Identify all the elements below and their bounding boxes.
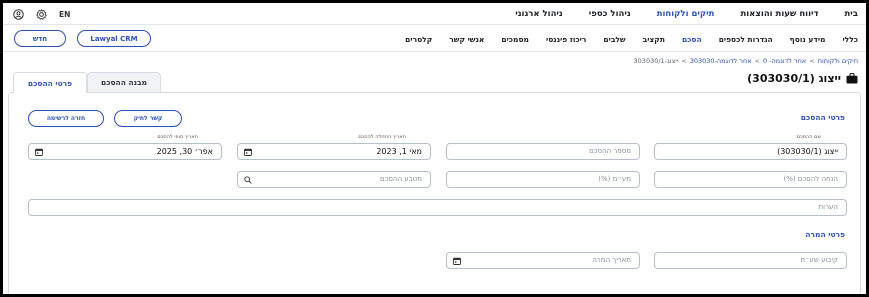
breadcrumb-separator-icon: > xyxy=(809,57,815,65)
case-sub-navigation: חדש Lawyal CRM כללי מידע נוסף הגדרות לכס… xyxy=(3,26,866,52)
currency-placeholder: מטבע ההסכם xyxy=(380,175,422,183)
main-menu: בית דיווח שעות והוצאות תיקים ולקוחות ניה… xyxy=(515,3,858,25)
page-title-text: ייצוג (303030/1) xyxy=(747,71,841,85)
case-tab-general[interactable]: כללי xyxy=(842,35,858,44)
main-menu-item-time-expenses[interactable]: דיווח שעות והוצאות xyxy=(740,9,818,19)
case-tab-budget[interactable]: תקציב xyxy=(643,35,665,44)
agreement-name-value: ייצוג (303030/1) xyxy=(777,147,838,156)
calendar-icon[interactable] xyxy=(35,148,43,158)
tab-agreement-details[interactable]: פרטי ההסכם xyxy=(13,72,87,93)
breadcrumb-item-current: ייצוג-303030/1 xyxy=(633,57,679,65)
language-toggle[interactable]: EN xyxy=(59,10,70,19)
calendar-icon[interactable] xyxy=(453,257,461,267)
top-navigation-bar: EN בית דיווח שעות והוצאות תיקים ולקוחות … xyxy=(3,3,866,25)
case-tabs: כללי מידע נוסף הגדרות לכספים הסכם תקציב … xyxy=(405,26,858,52)
agreement-number-field[interactable]: מספר ההסכם xyxy=(446,143,640,160)
start-date-value: מאי 1, 2023 xyxy=(376,147,422,156)
notes-placeholder: הערות xyxy=(818,203,838,211)
end-date-label: תאריך סופי להסכם xyxy=(157,134,198,140)
notes-field[interactable]: הערות xyxy=(28,199,847,216)
start-date-label: תאריך התחלה להסכם xyxy=(358,134,406,140)
exchange-rate-field[interactable]: קיבוע שע״ח xyxy=(654,252,847,269)
conversion-section-title: פרטי המרה xyxy=(805,230,845,239)
vat-field[interactable]: מע״מ (%) xyxy=(446,171,640,188)
tab-agreement-structure[interactable]: מבנה ההסכם xyxy=(87,72,161,92)
top-utilities: EN xyxy=(13,3,70,25)
breadcrumb-item-client[interactable]: אחר לדוגמה- 0 xyxy=(763,57,806,65)
agreement-number-placeholder: מספר ההסכם xyxy=(589,147,631,155)
main-menu-item-finance[interactable]: ניהול כספי xyxy=(589,9,631,19)
breadcrumb: תיקים ולקוחות>אחר לדוגמה- 0>אחר לדוגמה-3… xyxy=(634,57,858,65)
exchange-rate-placeholder: קיבוע שע״ח xyxy=(800,256,838,264)
conversion-date-placeholder: תאריך המרה xyxy=(592,256,631,264)
main-menu-item-cases-clients[interactable]: תיקים ולקוחות xyxy=(657,9,715,19)
lawyal-crm-button[interactable]: Lawyal CRM xyxy=(77,30,151,47)
search-icon xyxy=(244,176,252,186)
page-title: ייצוג (303030/1) xyxy=(747,70,858,86)
case-tab-finance-settings[interactable]: הגדרות לכספים xyxy=(719,35,773,44)
settings-icon[interactable] xyxy=(36,8,47,20)
case-tab-binders[interactable]: קלסרים xyxy=(405,35,432,44)
briefcase-icon xyxy=(846,72,858,84)
conversion-date-field[interactable]: תאריך המרה xyxy=(446,252,640,269)
main-menu-item-home[interactable]: בית xyxy=(845,9,859,19)
case-tab-documents[interactable]: מסמכים xyxy=(501,35,529,44)
currency-field[interactable]: מטבע ההסכם xyxy=(237,171,431,188)
app-window: EN בית דיווח שעות והוצאות תיקים ולקוחות … xyxy=(3,3,866,294)
agreement-details-panel: פרטי ההסכם קשר לתיק חזרה לרשימה שם ההסכם… xyxy=(8,92,861,294)
case-tab-more-info[interactable]: מידע נוסף xyxy=(790,35,826,44)
calendar-icon[interactable] xyxy=(244,148,252,158)
new-button[interactable]: חדש xyxy=(14,30,66,47)
agreement-name-label: שם ההסכם xyxy=(796,134,821,140)
main-menu-item-organization[interactable]: ניהול ארגוני xyxy=(515,9,563,19)
link-to-case-button[interactable]: קשר לתיק xyxy=(114,110,182,127)
case-tab-stages[interactable]: שלבים xyxy=(603,35,625,44)
back-to-list-button[interactable]: חזרה לרשימה xyxy=(28,110,104,127)
end-date-value: אפר׳ 30, 2025 xyxy=(156,147,213,156)
case-tab-agreement[interactable]: הסכם xyxy=(682,35,702,44)
case-tab-financial-summary[interactable]: ריכוז פיננסי xyxy=(546,35,586,44)
header-actions: חדש Lawyal CRM xyxy=(14,30,151,47)
breadcrumb-item-cases[interactable]: תיקים ולקוחות xyxy=(818,57,858,65)
start-date-field[interactable]: מאי 1, 2023 xyxy=(237,143,431,160)
user-icon[interactable] xyxy=(13,8,24,20)
end-date-field[interactable]: אפר׳ 30, 2025 xyxy=(28,143,222,160)
discount-placeholder: הנחה להסכם (%) xyxy=(783,175,838,183)
agreement-section-title: פרטי ההסכם xyxy=(800,113,845,122)
agreement-name-field[interactable]: ייצוג (303030/1) xyxy=(654,143,847,160)
case-tab-contacts[interactable]: אנשי קשר xyxy=(449,35,484,44)
breadcrumb-item-case[interactable]: אחר לדוגמה-303030 xyxy=(690,57,752,65)
breadcrumb-separator-icon: > xyxy=(754,57,760,65)
vat-placeholder: מע״מ (%) xyxy=(598,175,631,183)
discount-field[interactable]: הנחה להסכם (%) xyxy=(654,171,847,188)
breadcrumb-separator-icon: > xyxy=(681,57,687,65)
